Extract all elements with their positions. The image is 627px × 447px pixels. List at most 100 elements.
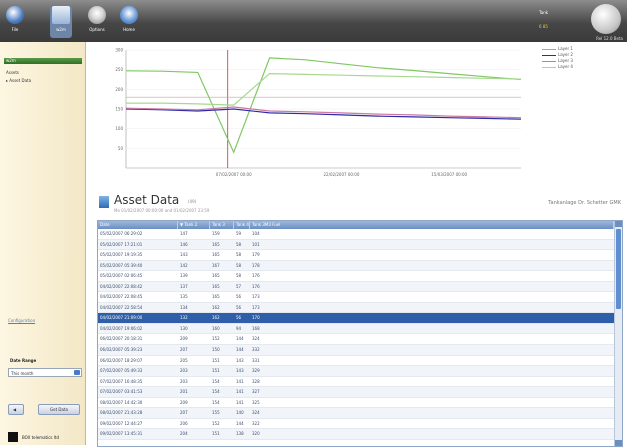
series-line — [125, 108, 522, 120]
cell-tank-3: 155 — [212, 410, 220, 416]
table-row[interactable]: 07/02/2007 03:41:53 201 154 141 327 — [98, 387, 614, 398]
tank-label: Tank — [539, 10, 549, 15]
scroll-up-icon[interactable] — [615, 221, 622, 227]
column-header-tank-4[interactable]: Tank 4 — [234, 221, 250, 229]
table-row[interactable]: 05/02/2007 19:19:35 143 165 58 179 — [98, 250, 614, 261]
table-row[interactable]: 04/02/2007 22:58:54 134 162 56 173 — [98, 302, 614, 314]
cell-tank-3: 154 — [212, 399, 220, 405]
cell-fuel: 173 — [252, 294, 260, 300]
table-row[interactable]: 04/02/2007 22:08:42 137 165 57 176 — [98, 281, 614, 293]
cell-tank-3: 150 — [212, 347, 220, 353]
sidebar-assets-label: Assets — [6, 70, 20, 75]
cell-fuel: 170 — [252, 315, 260, 321]
scroll-down-icon[interactable] — [615, 440, 622, 446]
y-tick-label: 50 — [118, 146, 124, 151]
date-range-value: This month — [11, 371, 34, 376]
cell-tank-2: 204 — [180, 431, 188, 437]
cell-tank-2: 143 — [180, 252, 188, 258]
legend-swatch — [542, 49, 556, 50]
cell-fuel: 104 — [252, 231, 260, 236]
table-row[interactable]: 05/02/2007 05:39:40 142 167 58 178 — [98, 260, 614, 272]
legend-item: Layer 4 — [540, 64, 620, 70]
cell-date: 08/02/2007 21:43:28 — [100, 410, 143, 416]
table-row[interactable]: 05/02/2007 06:29:02 147 159 59 104 — [98, 229, 614, 240]
table-header: Date ▼ Tank 2 Tank 3 Tank 4 Tank 3M3 Fue… — [98, 221, 614, 229]
file-icon — [6, 6, 24, 24]
column-header-tank-3[interactable]: Tank 3 — [210, 221, 234, 229]
legend-swatch — [542, 67, 556, 68]
cell-tank-2: 132 — [180, 315, 188, 321]
cell-tank-3: 160 — [212, 325, 220, 331]
back-button[interactable]: ◀ — [8, 404, 24, 415]
cell-tank-2: 203 — [180, 378, 188, 384]
cell-tank-3: 167 — [212, 262, 220, 268]
table-row[interactable]: 06/02/2007 20:18:31 209 152 144 324 — [98, 334, 614, 346]
table-scrollbar[interactable] — [614, 221, 622, 446]
cell-tank-3: 154 — [212, 389, 220, 395]
table-row[interactable]: 06/02/2007 18:29:07 205 151 143 331 — [98, 355, 614, 367]
options-button-label: Options — [89, 27, 105, 32]
date-range-select[interactable]: This month — [8, 368, 82, 377]
home-icon — [120, 6, 138, 24]
cell-tank-3: 151 — [212, 357, 220, 363]
cell-date: 05/02/2007 19:19:35 — [100, 252, 143, 258]
cell-fuel: 324 — [252, 336, 260, 342]
column-header-fuel[interactable]: Tank 3M3 Fuel — [250, 221, 614, 229]
cell-date: 06/02/2007 05:39:23 — [100, 347, 143, 353]
column-header-tank-2[interactable]: ▼ Tank 2 — [178, 221, 210, 229]
cell-fuel: 327 — [252, 389, 260, 395]
cell-tank-3: 165 — [212, 252, 220, 258]
y-tick-label: 100 — [115, 126, 123, 131]
get-data-button[interactable]: Get Data — [38, 404, 80, 415]
cell-fuel: 168 — [252, 325, 260, 331]
home-button[interactable]: Home — [118, 6, 140, 38]
cell-date: 04/02/2007 22:08:42 — [100, 283, 143, 289]
table-row[interactable]: 09/02/2007 13:45:31 204 151 138 320 — [98, 429, 614, 440]
configuration-link[interactable]: Configuration — [8, 318, 35, 323]
x-tick-label: 07/02/2007 00:00 — [216, 172, 252, 177]
cell-date: 04/02/2007 22:58:54 — [100, 304, 143, 310]
cell-fuel: 329 — [252, 368, 260, 374]
cell-tank-2: 207 — [180, 410, 188, 416]
table-row[interactable]: 08/02/2007 21:43:28 207 155 140 324 — [98, 408, 614, 419]
sidebar-item-asset-data[interactable]: ▸ Asset Data — [6, 78, 31, 83]
options-button[interactable]: Options — [86, 6, 108, 38]
legend-label: Layer 2 — [558, 52, 573, 57]
date-range-label: Date Range — [10, 358, 37, 363]
table-row[interactable]: 05/02/2007 02:06:45 139 165 58 176 — [98, 271, 614, 282]
cell-fuel: 328 — [252, 378, 260, 384]
cell-tank-3: 165 — [212, 241, 220, 247]
cell-tank-2: 203 — [180, 368, 188, 374]
table-row[interactable]: 04/02/2007 19:06:02 130 160 94 168 — [98, 323, 614, 335]
chart-legend: Layer 1 Layer 2 Layer 3 Layer 4 — [540, 46, 620, 70]
table-row[interactable]: 04/02/2007 21:09:00 132 162 56 170 — [98, 313, 614, 324]
table-row[interactable]: 08/02/2007 14:42:30 209 154 141 325 — [98, 397, 614, 409]
table-row[interactable]: 07/02/2007 16:48:35 203 154 141 328 — [98, 376, 614, 388]
chart-icon — [52, 6, 70, 24]
column-header-date[interactable]: Date — [98, 221, 178, 229]
asset-data-icon — [99, 196, 109, 208]
file-button[interactable]: File — [4, 6, 26, 38]
x-tick-label: 15/03/2007 00:00 — [431, 172, 467, 177]
gauge-icon[interactable] — [591, 4, 621, 34]
cell-tank-2: 205 — [180, 357, 188, 363]
legend-swatch — [542, 61, 556, 62]
table-row[interactable]: 05/02/2007 17:21:01 146 165 58 101 — [98, 239, 614, 251]
table-body: 05/02/2007 06:29:02 147 159 59 104 05/02/2007… — [98, 229, 614, 440]
cell-date: 07/02/2007 16:48:35 — [100, 378, 143, 384]
table-row[interactable]: 09/02/2007 12:44:27 206 152 144 322 — [98, 418, 614, 430]
page-title: Asset Data — [114, 193, 180, 207]
cell-tank-2: 137 — [180, 283, 188, 289]
scroll-thumb[interactable] — [616, 229, 621, 309]
table-row[interactable]: 04/02/2007 22:08:45 135 165 56 173 — [98, 292, 614, 303]
table-row[interactable]: 06/02/2007 05:39:23 207 150 144 332 — [98, 345, 614, 356]
table-row[interactable]: 07/02/2007 05:49:33 203 151 143 329 — [98, 366, 614, 377]
cell-date: 04/02/2007 22:08:45 — [100, 294, 143, 300]
cell-date: 05/02/2007 17:21:01 — [100, 241, 143, 247]
cell-tank-2: 201 — [180, 389, 188, 395]
w2m-button[interactable]: w2m — [50, 6, 72, 38]
cell-tank-3: 165 — [212, 273, 220, 279]
cell-date: 09/02/2007 12:44:27 — [100, 420, 143, 426]
date-range-subtitle: Mo 01/02/2007 00:00:00 and 01/02/2007 23… — [114, 208, 210, 213]
sidebar-header: w2m — [4, 58, 82, 64]
